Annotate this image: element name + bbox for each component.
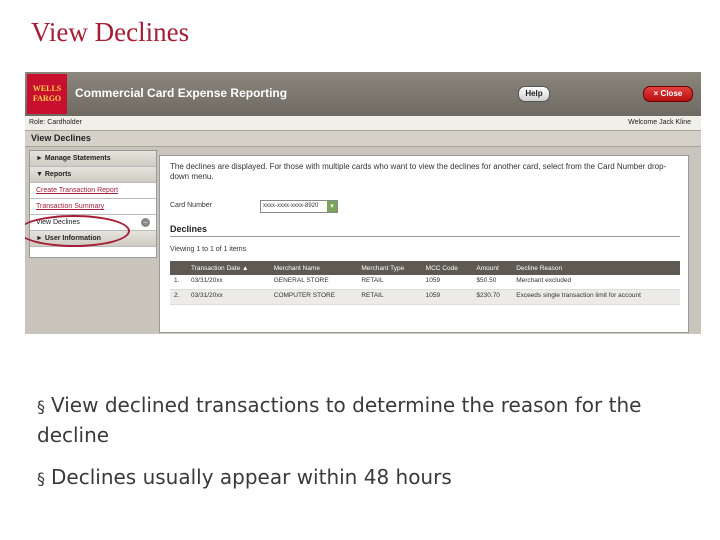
merchant-type: RETAIL	[357, 275, 422, 290]
decline-reason: Exceeds single transaction limit for acc…	[512, 289, 680, 305]
table-row: 2. 03/31/20xx COMPUTER STORE RETAIL 1059…	[170, 289, 680, 305]
intro-text: The declines are displayed. For those wi…	[170, 162, 667, 181]
logo-line-1: WELLS	[32, 84, 62, 93]
transaction-date: 03/31/20xx	[186, 289, 270, 305]
chevron-down-icon[interactable]: ▾	[327, 201, 337, 212]
role-label: Role: Cardholder	[29, 119, 82, 126]
sidebar-item-manage-statements[interactable]: ► Manage Statements	[30, 151, 156, 167]
declines-table: Transaction Date ▲ Merchant Name Merchan…	[170, 261, 680, 305]
logo-line-2: FARGO	[32, 94, 62, 103]
card-number-select[interactable]: xxxx-xxxx-xxxx-8920 ▾	[260, 200, 338, 213]
column-header-decline-reason[interactable]: Decline Reason	[512, 261, 680, 275]
decline-reason: Merchant excluded	[512, 275, 680, 290]
amount: $230.70	[472, 289, 513, 305]
page-heading-bar: View Declines	[25, 131, 701, 147]
sidebar-item-reports[interactable]: ▼ Reports	[30, 167, 156, 183]
merchant-name: COMPUTER STORE	[269, 289, 358, 305]
column-header-mcc-code[interactable]: MCC Code	[421, 261, 473, 275]
table-row: 1. 03/31/20xx GENERAL STORE RETAIL 1059 …	[170, 275, 680, 290]
card-number-label: Card Number	[170, 202, 213, 209]
bullet-item: § View declined transactions to determine…	[37, 391, 697, 449]
app-header: WELLS FARGO Commercial Card Expense Repo…	[25, 72, 701, 116]
mcc-code: 1059	[421, 289, 473, 305]
row-number: 1.	[170, 275, 187, 290]
column-header-transaction-date[interactable]: Transaction Date ▲	[186, 261, 270, 275]
welcome-text: Welcome Jack Kline	[628, 119, 691, 126]
column-header-amount[interactable]: Amount	[472, 261, 513, 275]
row-number: 2.	[170, 289, 187, 305]
section-divider	[170, 236, 680, 237]
viewing-count: Viewing 1 to 1 of 1 items	[170, 246, 247, 253]
bullet-text: View declined transactions to determine …	[37, 393, 642, 447]
column-header-merchant-name[interactable]: Merchant Name	[269, 261, 358, 275]
sidebar-item-transaction-summary[interactable]: Transaction Summary	[30, 199, 156, 215]
declines-section-title: Declines	[170, 224, 208, 234]
bullet-mark: §	[37, 397, 45, 416]
merchant-type: RETAIL	[357, 289, 422, 305]
column-header-merchant-type[interactable]: Merchant Type	[357, 261, 422, 275]
app-title: Commercial Card Expense Reporting	[75, 86, 288, 100]
slide-title: View Declines	[31, 17, 190, 47]
bullet-mark: §	[37, 469, 45, 488]
bullet-text: Declines usually appear within 48 hours	[51, 465, 452, 489]
table-header-row: Transaction Date ▲ Merchant Name Merchan…	[170, 261, 680, 275]
bullet-item: § Declines usually appear within 48 hours	[37, 463, 697, 493]
transaction-date: 03/31/20xx	[186, 275, 270, 290]
mcc-code: 1059	[421, 275, 473, 290]
minus-circle-icon: –	[141, 218, 150, 227]
help-button[interactable]: Help	[518, 86, 550, 102]
role-bar: Role: Cardholder Welcome Jack Kline	[25, 116, 701, 131]
bullet-list: § View declined transactions to determine…	[37, 391, 697, 507]
page-heading: View Declines	[31, 133, 91, 143]
merchant-name: GENERAL STORE	[269, 275, 358, 290]
column-header	[170, 261, 187, 275]
main-content: The declines are displayed. For those wi…	[159, 155, 689, 333]
app-screenshot: WELLS FARGO Commercial Card Expense Repo…	[25, 72, 701, 334]
amount: $50.50	[472, 275, 513, 290]
card-number-value: xxxx-xxxx-xxxx-8920	[263, 203, 319, 209]
close-button[interactable]: × Close	[643, 86, 693, 102]
wells-fargo-logo: WELLS FARGO	[27, 74, 67, 114]
sidebar-item-create-transaction-report[interactable]: Create Transaction Report	[30, 183, 156, 199]
